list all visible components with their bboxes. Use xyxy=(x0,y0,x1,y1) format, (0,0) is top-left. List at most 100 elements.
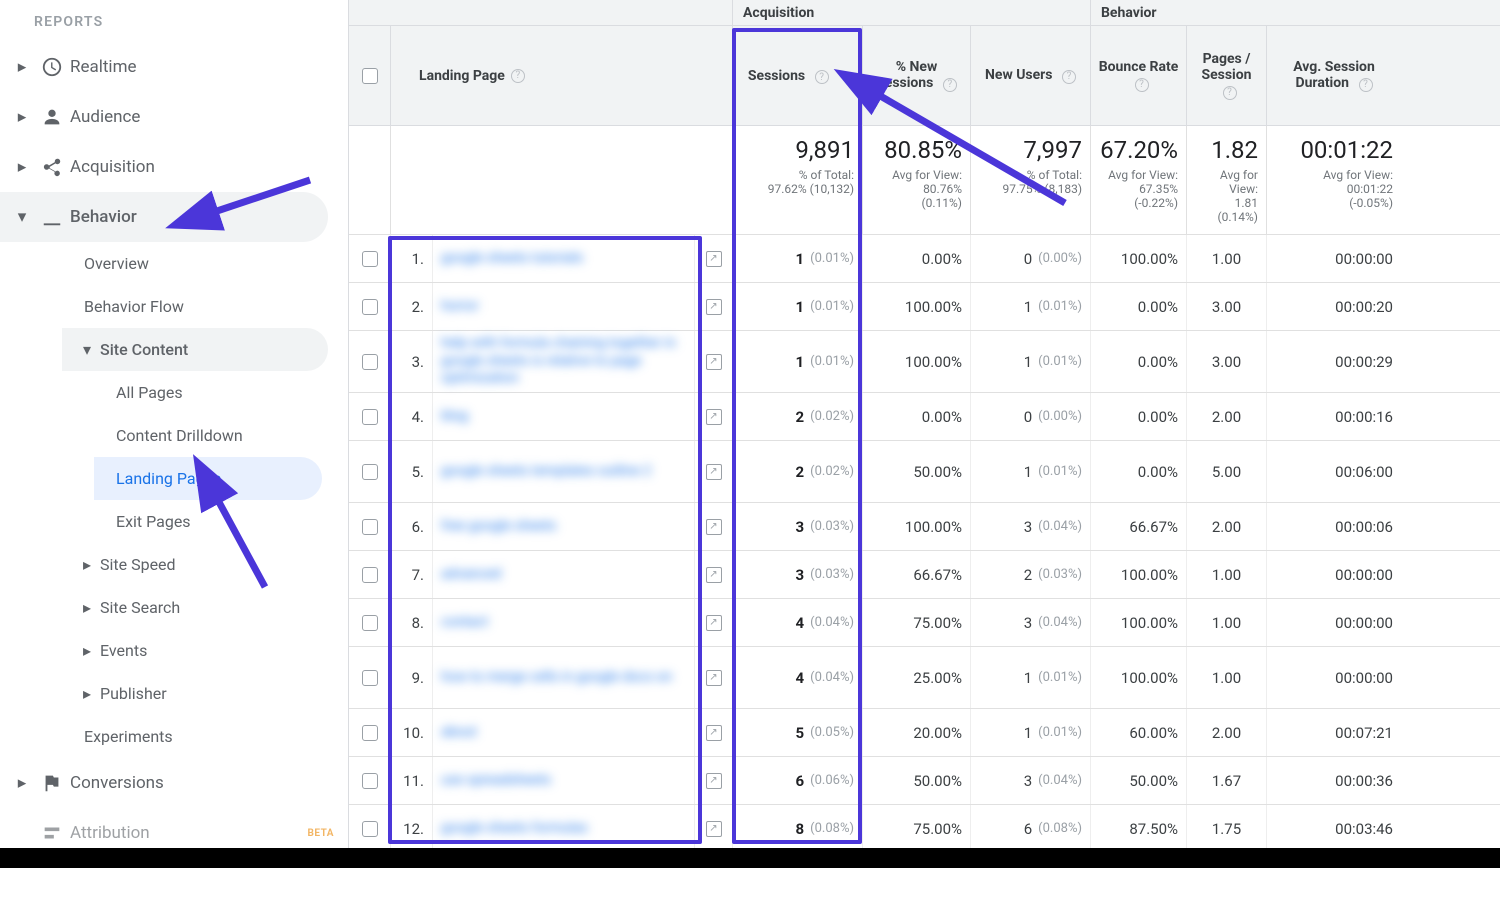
row-landing-page[interactable]: google sheets formulas xyxy=(433,805,695,852)
row-index: 1. xyxy=(391,235,433,282)
help-icon[interactable]: ? xyxy=(1359,78,1373,92)
row-landing-page[interactable]: horror xyxy=(433,283,695,330)
row-landing-page[interactable]: google sheets tutorials xyxy=(433,235,695,282)
column-header-row: Landing Page ? Sessions ? ↑ % New Sessio… xyxy=(349,26,1500,126)
nav-item-site-speed[interactable]: ▸Site Speed xyxy=(62,543,348,586)
select-all-checkbox[interactable] xyxy=(362,68,378,84)
row-checkbox[interactable] xyxy=(362,615,378,631)
row-checkbox[interactable] xyxy=(362,670,378,686)
header-landing-page[interactable]: Landing Page ? xyxy=(391,26,733,125)
header-label: Landing Page xyxy=(419,68,505,84)
row-checkbox[interactable] xyxy=(362,464,378,480)
nav-item-audience[interactable]: ▸ Audience xyxy=(0,92,348,142)
landing-page-link[interactable]: google sheets tutorials xyxy=(441,250,583,268)
nav-item-exit-pages[interactable]: Exit Pages xyxy=(94,500,348,543)
landing-page-link[interactable]: advanced xyxy=(441,566,501,584)
help-icon[interactable]: ? xyxy=(511,69,525,83)
row-landing-page[interactable]: google sheets templates outline 2 xyxy=(433,441,695,502)
row-landing-page[interactable]: use spreadsheets xyxy=(433,757,695,804)
help-icon[interactable]: ? xyxy=(815,70,829,84)
row-pct-new: 75.00% xyxy=(863,805,971,852)
open-in-new-icon[interactable]: ↗ xyxy=(706,615,722,631)
summary-blank xyxy=(349,126,391,234)
landing-page-link[interactable]: free google sheets xyxy=(441,518,556,536)
row-landing-page[interactable]: advanced xyxy=(433,551,695,598)
open-in-new-icon[interactable]: ↗ xyxy=(706,773,722,789)
row-new-users: 0(0.00%) xyxy=(971,235,1091,282)
nav-item-behavior[interactable]: ▾ Behavior xyxy=(0,192,328,242)
open-in-new-icon[interactable]: ↗ xyxy=(706,251,722,267)
help-icon[interactable]: ? xyxy=(1223,86,1237,100)
open-in-new-icon[interactable]: ↗ xyxy=(706,519,722,535)
row-landing-page[interactable]: free google sheets xyxy=(433,503,695,550)
row-checkbox[interactable] xyxy=(362,567,378,583)
nav-item-realtime[interactable]: ▸ Realtime xyxy=(0,42,348,92)
open-in-new-icon[interactable]: ↗ xyxy=(706,409,722,425)
nav-label: Behavior Flow xyxy=(84,297,334,316)
open-in-new-icon[interactable]: ↗ xyxy=(706,567,722,583)
row-avg-duration: 00:00:00 xyxy=(1267,599,1401,646)
nav-item-content-drilldown[interactable]: Content Drilldown xyxy=(94,414,348,457)
nav-item-publisher[interactable]: ▸Publisher xyxy=(62,672,348,715)
landing-page-link[interactable]: google sheets templates outline 2 xyxy=(441,463,652,481)
help-icon[interactable]: ? xyxy=(1135,78,1149,92)
header-bounce-rate[interactable]: Bounce Rate ? xyxy=(1091,26,1187,125)
table-row: 11.use spreadsheets↗6(0.06%)50.00%3(0.04… xyxy=(349,757,1500,805)
row-new-users: 1(0.01%) xyxy=(971,709,1091,756)
landing-page-link[interactable]: blog xyxy=(441,408,468,426)
row-checkbox[interactable] xyxy=(362,299,378,315)
header-pages-per-session[interactable]: Pages / Session ? xyxy=(1187,26,1267,125)
nav-item-all-pages[interactable]: All Pages xyxy=(94,371,348,414)
summary-value: 00:01:22 xyxy=(1275,136,1393,164)
row-pct-new: 20.00% xyxy=(863,709,971,756)
nav-item-conversions[interactable]: ▸ Conversions xyxy=(0,758,348,808)
row-checkbox[interactable] xyxy=(362,773,378,789)
row-landing-page[interactable]: how to merge cells in google docs on xyxy=(433,647,695,708)
row-checkbox[interactable] xyxy=(362,409,378,425)
header-avg-session-duration[interactable]: Avg. Session Duration ? xyxy=(1267,26,1401,125)
landing-page-link[interactable]: contact xyxy=(441,614,488,632)
row-landing-page[interactable]: about xyxy=(433,709,695,756)
row-landing-page[interactable]: contact xyxy=(433,599,695,646)
row-landing-page[interactable]: blog xyxy=(433,393,695,440)
open-in-new-icon[interactable]: ↗ xyxy=(706,670,722,686)
nav-label: Behavior xyxy=(70,207,314,227)
nav-item-overview[interactable]: Overview xyxy=(62,242,348,285)
row-checkbox[interactable] xyxy=(362,519,378,535)
caret-icon: ▸ xyxy=(78,555,96,574)
landing-page-link[interactable]: horror xyxy=(441,298,479,316)
row-checkbox[interactable] xyxy=(362,725,378,741)
row-checkbox[interactable] xyxy=(362,821,378,837)
header-sessions[interactable]: Sessions ? ↑ xyxy=(733,26,863,125)
row-checkbox[interactable] xyxy=(362,251,378,267)
row-open-cell: ↗ xyxy=(695,393,733,440)
row-open-cell: ↗ xyxy=(695,331,733,392)
nav-item-experiments[interactable]: Experiments xyxy=(62,715,348,758)
open-in-new-icon[interactable]: ↗ xyxy=(706,354,722,370)
landing-page-link[interactable]: google sheets formulas xyxy=(441,820,588,838)
open-in-new-icon[interactable]: ↗ xyxy=(706,464,722,480)
nav-item-site-search[interactable]: ▸Site Search xyxy=(62,586,348,629)
help-icon[interactable]: ? xyxy=(943,78,957,92)
nav-item-landing-pages[interactable]: Landing Pages xyxy=(94,457,322,500)
table-row: 6.free google sheets↗3(0.03%)100.00%3(0.… xyxy=(349,503,1500,551)
open-in-new-icon[interactable]: ↗ xyxy=(706,725,722,741)
header-new-users[interactable]: New Users ? xyxy=(971,26,1091,125)
nav-item-site-content[interactable]: ▾ Site Content xyxy=(62,328,328,371)
nav-item-acquisition[interactable]: ▸ Acquisition xyxy=(0,142,348,192)
row-landing-page[interactable]: help with formula chaining together in g… xyxy=(433,331,695,392)
help-icon[interactable]: ? xyxy=(1062,70,1076,84)
row-avg-duration: 00:00:00 xyxy=(1267,647,1401,708)
landing-page-link[interactable]: how to merge cells in google docs on xyxy=(441,669,672,687)
landing-page-link[interactable]: about xyxy=(441,724,477,742)
header-pct-new-sessions[interactable]: % New Sessions ? xyxy=(863,26,971,125)
row-sessions: 1(0.01%) xyxy=(733,235,863,282)
row-checkbox[interactable] xyxy=(362,354,378,370)
open-in-new-icon[interactable]: ↗ xyxy=(706,821,722,837)
landing-page-link[interactable]: use spreadsheets xyxy=(441,772,551,790)
nav-item-events[interactable]: ▸Events xyxy=(62,629,348,672)
summary-blank xyxy=(391,126,733,234)
landing-page-link[interactable]: help with formula chaining together in g… xyxy=(441,335,686,388)
nav-item-behavior-flow[interactable]: Behavior Flow xyxy=(62,285,348,328)
open-in-new-icon[interactable]: ↗ xyxy=(706,299,722,315)
